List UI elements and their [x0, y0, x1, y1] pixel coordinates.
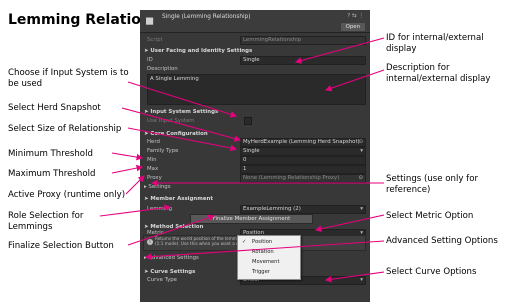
- open-button[interactable]: Open: [340, 23, 365, 31]
- description-field[interactable]: A Single Lemming: [147, 74, 366, 105]
- arrow-max: [111, 164, 144, 174]
- header-tools-icons[interactable]: ? ⇆ ⋮: [347, 13, 364, 19]
- proxy-row: Proxy None (Lemming Relationship Proxy) ⊙: [144, 174, 366, 183]
- chevron-down-icon: ▾: [360, 148, 363, 154]
- herd-row: Herd MyHerdExample (Lemming Herd Snapsho…: [144, 138, 366, 147]
- script-row: Script LemmingRelationship: [144, 36, 366, 45]
- max-row: Max 1: [144, 165, 366, 174]
- metric-option-movement[interactable]: Movement: [238, 257, 300, 267]
- id-field[interactable]: Single: [240, 56, 366, 65]
- check-icon: ✓: [242, 239, 247, 245]
- settings-foldout[interactable]: ▸ Settings: [144, 183, 171, 191]
- object-picker-icon[interactable]: ⊙: [358, 139, 363, 146]
- annotation-settings: Settings (use only for reference): [386, 174, 479, 195]
- annotation-herd-snapshot: Select Herd Snapshot: [8, 103, 101, 113]
- lemming-label: Lemming: [147, 206, 173, 212]
- family-type-label: Family Type: [147, 148, 179, 154]
- metric-option-label: Rotation: [252, 249, 274, 255]
- use-input-system-checkbox[interactable]: [244, 117, 252, 125]
- chevron-down-icon: ▾: [360, 277, 363, 283]
- annotation-curve: Select Curve Options: [386, 267, 477, 277]
- scriptable-object-icon: ◼: [145, 14, 155, 27]
- min-field[interactable]: 0: [240, 156, 366, 165]
- annotation-size: Select Size of Relationship: [8, 124, 122, 134]
- annotation-input-system: Choose if Input System is to be used: [8, 68, 129, 89]
- object-picker-icon[interactable]: ⊙: [358, 175, 363, 182]
- section-input-system[interactable]: ➤ Input System Settings: [144, 108, 218, 116]
- family-type-value: Single: [243, 148, 260, 154]
- finalize-member-button[interactable]: Finalize Member Assignment: [190, 214, 313, 224]
- proxy-value: None (Lemming Relationship Proxy): [243, 175, 340, 181]
- annotation-description: Description for internal/external displa…: [386, 63, 491, 84]
- advanced-settings-foldout[interactable]: ▸ Advanced Settings: [144, 254, 199, 262]
- section-core[interactable]: ➤ Core Configuration: [144, 130, 208, 138]
- script-label: Script: [147, 37, 163, 43]
- annotation-role: Role Selection for Lemmings: [8, 211, 84, 232]
- metric-option-label: Movement: [252, 259, 280, 265]
- family-type-dropdown[interactable]: Single ▾: [240, 147, 366, 156]
- description-row: Description: [144, 65, 366, 73]
- annotation-max: Maximum Threshold: [8, 169, 96, 179]
- lemming-dropdown[interactable]: ExampleLemming (2) ▾: [240, 205, 366, 214]
- curve-type-label: Curve Type: [147, 277, 177, 283]
- use-input-system-label: Use Input System: [147, 118, 195, 124]
- chevron-down-icon: ▾: [360, 206, 363, 212]
- family-type-row: Family Type Single ▾: [144, 147, 366, 156]
- annotation-min: Minimum Threshold: [8, 149, 93, 159]
- herd-value: MyHerdExample (Lemming Herd Snapshot): [243, 139, 360, 145]
- inspector-title: Single (Lemming Relationship): [162, 14, 251, 20]
- lemming-row: Lemming ExampleLemming (2) ▾: [144, 205, 366, 214]
- metric-option-label: Trigger: [252, 269, 270, 275]
- id-label: ID: [147, 57, 153, 63]
- info-icon: i: [147, 239, 153, 245]
- annotation-finalize: Finalize Selection Button: [8, 241, 114, 251]
- herd-label: Herd: [147, 139, 160, 145]
- max-label: Max: [147, 166, 159, 172]
- metric-option-position[interactable]: ✓ Position: [238, 237, 300, 247]
- annotation-id: ID for internal/external display: [386, 33, 484, 54]
- min-label: Min: [147, 157, 157, 163]
- description-label: Description: [147, 66, 178, 72]
- max-field[interactable]: 1: [240, 165, 366, 174]
- proxy-label: Proxy: [147, 175, 162, 181]
- metric-option-label: Position: [252, 239, 273, 245]
- section-member[interactable]: ➤ Member Assignment: [144, 195, 213, 203]
- use-input-system-row: Use Input System: [144, 117, 366, 125]
- arrow-min: [111, 152, 144, 161]
- annotation-proxy: Active Proxy (runtime only): [8, 190, 126, 200]
- proxy-field[interactable]: None (Lemming Relationship Proxy) ⊙: [240, 174, 366, 183]
- lemming-value: ExampleLemming (2): [243, 206, 301, 212]
- script-field: LemmingRelationship: [240, 36, 366, 45]
- section-user-facing[interactable]: ➤ User Facing and Identity Settings: [144, 47, 252, 55]
- metric-option-trigger[interactable]: Trigger: [238, 267, 300, 277]
- section-curve[interactable]: ➤ Curve Settings: [144, 268, 195, 276]
- herd-field[interactable]: MyHerdExample (Lemming Herd Snapshot) ⊙: [240, 138, 366, 147]
- inspector-header: ◼ Single (Lemming Relationship) ? ⇆ ⋮ Op…: [140, 10, 370, 33]
- annotation-advanced: Advanced Setting Options: [386, 236, 498, 246]
- metric-option-rotation[interactable]: Rotation: [238, 247, 300, 257]
- metric-dropdown-menu: ✓ Position Rotation Movement Trigger: [237, 235, 301, 280]
- id-row: ID Single: [144, 56, 366, 65]
- annotation-metric: Select Metric Option: [386, 211, 474, 221]
- min-row: Min 0: [144, 156, 366, 165]
